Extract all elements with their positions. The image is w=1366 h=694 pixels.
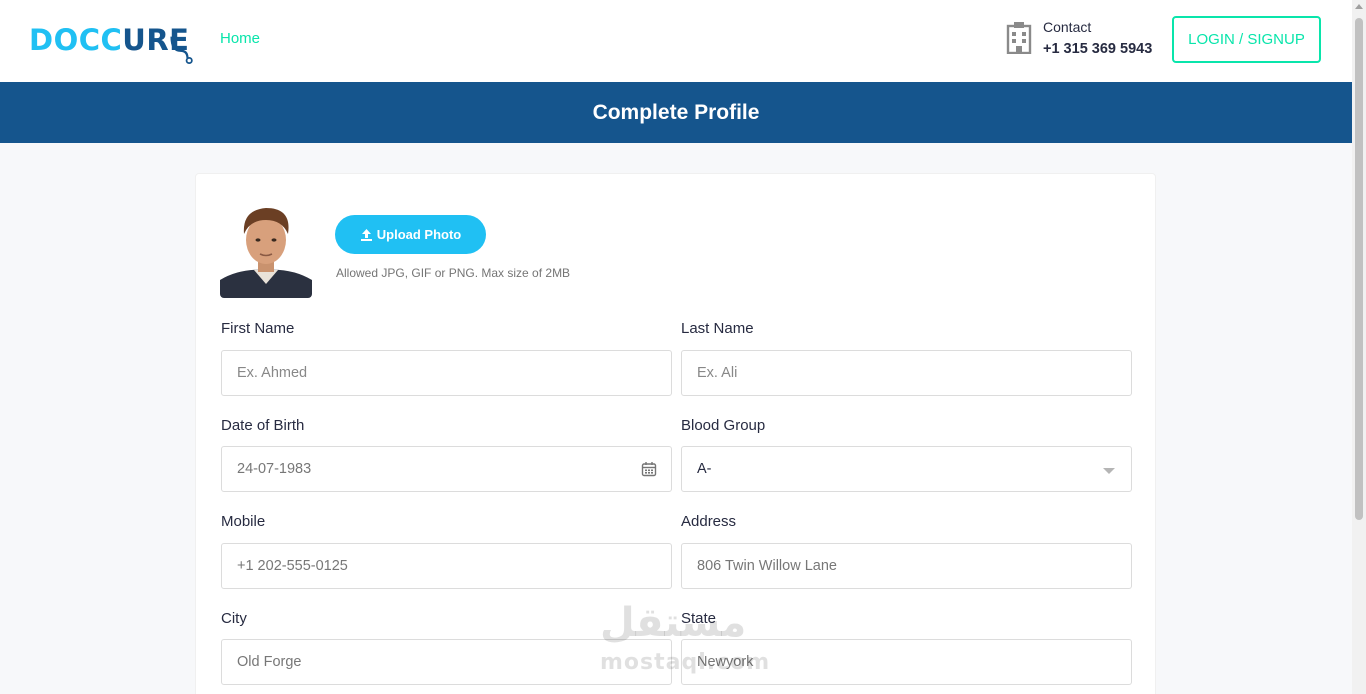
stethoscope-icon xyxy=(169,36,193,65)
profile-avatar xyxy=(220,200,312,298)
mobile-label: Mobile xyxy=(221,513,266,530)
last-name-label: Last Name xyxy=(681,320,754,337)
upload-icon xyxy=(360,229,372,241)
upload-photo-label: Upload Photo xyxy=(376,227,462,242)
address-value: 806 Twin Willow Lane xyxy=(697,558,837,574)
first-name-input[interactable] xyxy=(221,350,672,396)
city-value: Old Forge xyxy=(237,654,302,670)
state-input[interactable]: Newyork xyxy=(681,639,1132,685)
page-title: Complete Profile xyxy=(592,100,760,124)
page-scrollbar[interactable] xyxy=(1352,0,1366,694)
calendar-icon[interactable] xyxy=(641,461,657,477)
first-name-label: First Name xyxy=(221,320,295,337)
address-label: Address xyxy=(681,513,737,530)
blood-group-label: Blood Group xyxy=(681,417,766,434)
last-name-input[interactable] xyxy=(681,350,1132,396)
profile-card: Upload Photo Allowed JPG, GIF or PNG. Ma… xyxy=(195,173,1156,694)
logo-text-doc: DOCC xyxy=(29,23,123,57)
state-value: Newyork xyxy=(697,654,754,670)
city-label: City xyxy=(221,610,247,627)
mobile-value: +1 202-555-0125 xyxy=(237,558,348,574)
scroll-up-arrow-icon[interactable] xyxy=(1355,4,1363,9)
chevron-down-icon xyxy=(1103,468,1115,474)
upload-hint: Allowed JPG, GIF or PNG. Max size of 2MB xyxy=(336,266,571,280)
blood-group-value: A- xyxy=(697,461,712,477)
doccure-logo[interactable]: DOCC URE xyxy=(29,18,194,65)
dob-label: Date of Birth xyxy=(221,417,305,434)
nav-home-link[interactable]: Home xyxy=(220,30,260,47)
dob-input[interactable]: 24-07-1983 xyxy=(221,446,672,492)
contact-phone[interactable]: +1 315 369 5943 xyxy=(1043,41,1152,57)
mobile-input[interactable]: +1 202-555-0125 xyxy=(221,543,672,589)
upload-photo-button[interactable]: Upload Photo xyxy=(335,215,486,254)
address-input[interactable]: 806 Twin Willow Lane xyxy=(681,543,1132,589)
state-label: State xyxy=(681,610,717,627)
avatar-image xyxy=(220,200,312,298)
scrollbar-thumb[interactable] xyxy=(1355,18,1363,520)
city-input[interactable]: Old Forge xyxy=(221,639,672,685)
login-signup-button[interactable]: LOGIN / SIGNUP xyxy=(1172,16,1321,63)
page-banner: Complete Profile xyxy=(0,82,1352,143)
site-header: DOCC URE Home Contact +1 315 369 5943 LO… xyxy=(0,0,1352,82)
blood-group-select[interactable]: A- xyxy=(681,446,1132,492)
hospital-building-icon xyxy=(1006,22,1032,54)
dob-value: 24-07-1983 xyxy=(237,461,312,477)
contact-label: Contact xyxy=(1043,19,1092,35)
